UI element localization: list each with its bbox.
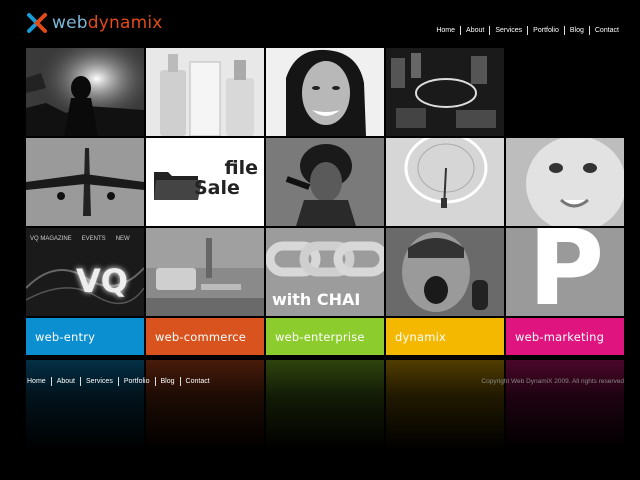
x-logo-icon — [27, 13, 47, 33]
portfolio-grid: file Sale VQ MAGAZINE EVENTS NEW VQ with… — [26, 48, 624, 318]
airplane-image — [26, 138, 144, 226]
chain-caption: with CHAI — [272, 290, 361, 309]
tile-glass-cable[interactable] — [386, 138, 504, 226]
screaming-man-image — [386, 228, 504, 316]
category-web-commerce[interactable]: web-commerce — [146, 318, 264, 355]
glass-image — [386, 138, 504, 226]
footer-nav: Home About Services Portfolio Blog Conta… — [22, 377, 215, 386]
singer-image — [266, 138, 384, 226]
tile-bottles[interactable] — [146, 48, 264, 136]
bottles-image — [146, 48, 264, 136]
file-sale-line1: file — [224, 157, 258, 179]
reflection-web-marketing — [506, 360, 624, 450]
top-nav-home[interactable]: Home — [431, 26, 460, 35]
tile-concert-crowd[interactable] — [26, 48, 144, 136]
category-dynamix[interactable]: dynamix — [386, 318, 504, 355]
portrait-image — [266, 48, 384, 136]
reflection-web-commerce — [146, 360, 264, 450]
logo-web: web — [52, 12, 88, 33]
tile-singer[interactable] — [266, 138, 384, 226]
tile-baby[interactable] — [506, 138, 624, 226]
logo-dynamix: dynamix — [87, 12, 163, 33]
tile-vq-magazine[interactable]: VQ MAGAZINE EVENTS NEW VQ — [26, 228, 144, 316]
footer-nav-contact[interactable]: Contact — [179, 377, 215, 386]
top-nav-contact[interactable]: Contact — [588, 26, 624, 35]
tile-file-sale[interactable]: file Sale — [146, 138, 264, 226]
footer-nav-portfolio[interactable]: Portfolio — [117, 377, 155, 386]
category-dynamix-label: dynamix — [395, 329, 447, 344]
concert-image — [26, 48, 144, 136]
top-nav-blog[interactable]: Blog — [563, 26, 589, 35]
reflection-web-enterprise — [266, 360, 384, 450]
tile-city-night[interactable] — [386, 48, 504, 136]
copyright-text: Copyright Web DynamiX 2009. All rights r… — [481, 378, 624, 385]
site-logo[interactable]: webdynamix — [26, 12, 163, 34]
category-web-marketing-label: web-marketing — [515, 329, 605, 344]
baby-image — [506, 138, 624, 226]
category-web-entry-label: web-entry — [35, 329, 96, 344]
category-web-entry[interactable]: web-entry — [26, 318, 144, 355]
top-nav: Home About Services Portfolio Blog Conta… — [431, 26, 624, 35]
reflection-web-entry — [26, 360, 144, 450]
city-image — [386, 48, 504, 136]
tile-airplane[interactable] — [26, 138, 144, 226]
footer-nav-about[interactable]: About — [50, 377, 80, 386]
category-web-commerce-label: web-commerce — [155, 329, 247, 344]
tile-screaming-man[interactable] — [386, 228, 504, 316]
living-room-image — [146, 228, 264, 316]
logo-text: webdynamix — [52, 12, 163, 33]
top-nav-portfolio[interactable]: Portfolio — [527, 26, 564, 35]
reflection-dynamix — [386, 360, 504, 450]
top-nav-about[interactable]: About — [460, 26, 489, 35]
tile-living-room[interactable] — [146, 228, 264, 316]
vq-logo: VQ — [76, 262, 128, 300]
category-web-marketing[interactable]: web-marketing — [506, 318, 624, 355]
p-logo-letter: P — [528, 228, 605, 316]
footer-nav-blog[interactable]: Blog — [154, 377, 180, 386]
footer-nav-services[interactable]: Services — [79, 377, 118, 386]
tile-woman-portrait[interactable] — [266, 48, 384, 136]
top-nav-services[interactable]: Services — [489, 26, 527, 35]
file-sale-line2: Sale — [194, 177, 240, 199]
footer-nav-home[interactable]: Home — [22, 377, 51, 386]
tile-chain[interactable]: with CHAI — [266, 228, 384, 316]
tile-p-logo[interactable]: P — [506, 228, 624, 316]
category-web-enterprise-label: web-enterprise — [275, 329, 365, 344]
category-web-enterprise[interactable]: web-enterprise — [266, 318, 384, 355]
